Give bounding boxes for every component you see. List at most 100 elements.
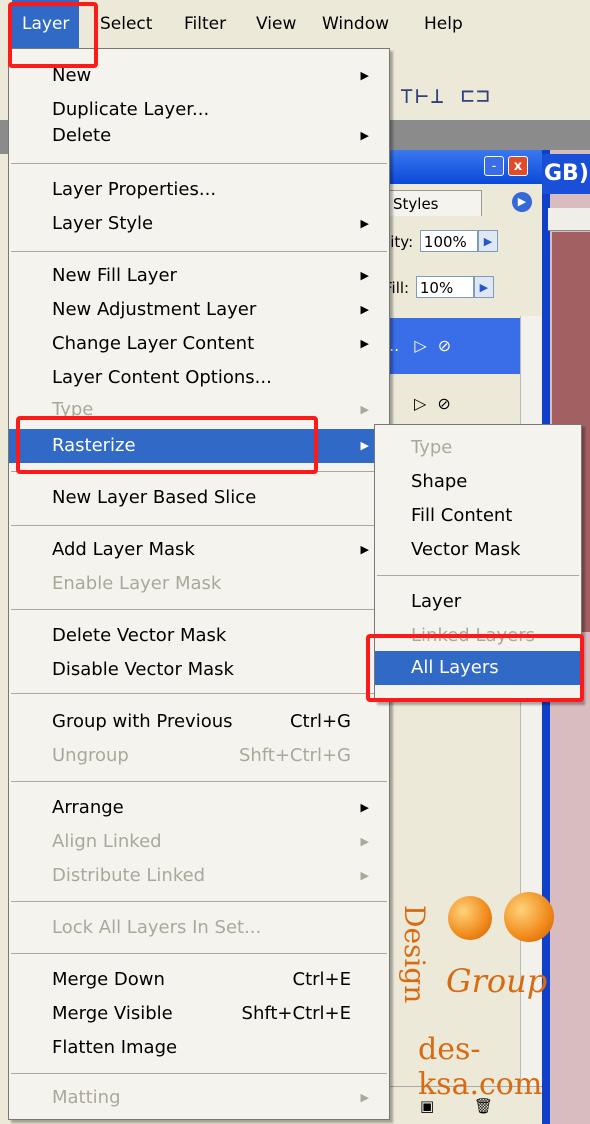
fill-arrow-icon[interactable]: ▶ [473, 276, 494, 298]
submenu-item-all-layers[interactable]: All Layers [375, 651, 581, 685]
menu-layer[interactable]: Layer [12, 0, 80, 48]
expand-triangle-icon[interactable]: ▷ [414, 336, 426, 355]
menu-item-delete[interactable]: Delete ▶ [9, 119, 389, 153]
submenu-arrow-icon: ▶ [360, 69, 369, 82]
menu-item-distribute-linked: Distribute Linked ▶ [9, 859, 389, 893]
menu-item-label: Arrange [52, 797, 124, 818]
layer-row-selected[interactable]: ... ▷ ⊘ [380, 318, 520, 374]
submenu-item-fill-content[interactable]: Fill Content [375, 499, 581, 533]
menu-item-flatten-image[interactable]: Flatten Image [9, 1031, 389, 1065]
menu-item-label: Merge Visible [52, 1003, 173, 1024]
menu-item-rasterize[interactable]: Rasterize ▶ [9, 429, 389, 463]
menu-separator [377, 575, 579, 576]
submenu-arrow-icon: ▶ [360, 543, 369, 556]
menu-item-label: Linked Layers [411, 625, 536, 646]
menu-separator [11, 609, 387, 610]
fx-icon: ⊘ [437, 394, 451, 413]
menu-item-add-layer-mask[interactable]: Add Layer Mask ▶ [9, 533, 389, 567]
menu-item-label: Delete [52, 125, 112, 146]
submenu-arrow-icon: ▶ [360, 217, 369, 230]
opacity-arrow-icon[interactable]: ▶ [477, 230, 498, 252]
menu-item-merge-down[interactable]: Merge Down Ctrl+E [9, 963, 389, 997]
palette-titlebar: - x [380, 150, 542, 184]
menu-item-change-layer-content[interactable]: Change Layer Content ▶ [9, 327, 389, 361]
tab-styles[interactable]: Styles [386, 190, 482, 216]
menu-separator [11, 693, 387, 694]
menu-separator [11, 251, 387, 252]
trash-icon[interactable]: 🗑 [474, 1097, 493, 1115]
align-icons[interactable]: ⊤⊢⊥ ⊏⊐ [400, 84, 491, 109]
menu-item-label: Type [52, 399, 94, 420]
menu-item-label: Type [411, 437, 453, 458]
menu-item-label: Group with Previous [52, 711, 233, 732]
submenu-arrow-icon: ▶ [360, 801, 369, 814]
fill-field[interactable]: 10% [415, 276, 474, 298]
menu-item-layer-content-options[interactable]: Layer Content Options... [9, 361, 389, 395]
submenu-arrow-icon: ▶ [360, 835, 369, 848]
submenu-arrow-icon: ▶ [360, 403, 369, 416]
palette-footer: ▣ 🗑 [380, 1086, 542, 1124]
menu-separator [11, 471, 387, 472]
opacity-field[interactable]: 100% [419, 230, 478, 252]
menu-item-new-fill-layer[interactable]: New Fill Layer ▶ [9, 259, 389, 293]
submenu-item-shape[interactable]: Shape [375, 465, 581, 499]
menu-item-label: Merge Down [52, 969, 165, 990]
menu-item-label: Layer Properties... [52, 179, 217, 200]
menu-item-layer-style[interactable]: Layer Style ▶ [9, 207, 389, 241]
menu-item-label: Enable Layer Mask [52, 573, 222, 594]
minimize-icon[interactable]: - [484, 156, 504, 176]
submenu-arrow-icon: ▶ [360, 337, 369, 350]
menu-window[interactable]: Window [322, 0, 389, 48]
menu-item-label: New Adjustment Layer [52, 299, 257, 320]
menu-item-label: Rasterize [52, 435, 136, 456]
submenu-item-layer[interactable]: Layer [375, 585, 581, 619]
menu-item-new-layer-based-slice[interactable]: New Layer Based Slice [9, 481, 389, 515]
menu-item-label: Layer Style [52, 213, 154, 234]
submenu-item-type: Type [375, 431, 581, 465]
menu-item-label: Flatten Image [52, 1037, 178, 1058]
menu-select[interactable]: Select [100, 0, 152, 48]
shortcut-label: Ctrl+G [289, 711, 351, 732]
shortcut-label: Shft+Ctrl+E [241, 1003, 351, 1024]
close-icon[interactable]: x [508, 156, 528, 176]
palette-menu-icon[interactable]: ▶ [512, 192, 532, 212]
shortcut-label: Shft+Ctrl+G [238, 745, 351, 766]
menu-help[interactable]: Help [424, 0, 463, 48]
menu-separator [11, 901, 387, 902]
menu-item-arrange[interactable]: Arrange ▶ [9, 791, 389, 825]
watermark-ball-icon [448, 896, 492, 940]
menu-item-label: New Layer Based Slice [52, 487, 257, 508]
menu-item-label: Fill Content [411, 505, 513, 526]
menu-separator [11, 953, 387, 954]
new-layer-icon[interactable]: ▣ [420, 1097, 434, 1115]
expand-triangle-icon[interactable]: ▷ [414, 394, 426, 413]
menu-item-group-with-previous[interactable]: Group with Previous Ctrl+G [9, 705, 389, 739]
menu-item-disable-vector-mask[interactable]: Disable Vector Mask [9, 653, 389, 687]
menu-item-label: Delete Vector Mask [52, 625, 227, 646]
menu-separator [11, 163, 387, 164]
menu-item-type: Type ▶ [9, 393, 389, 427]
menu-item-enable-layer-mask: Enable Layer Mask [9, 567, 389, 601]
menu-item-label: New Fill Layer [52, 265, 177, 286]
submenu-arrow-icon: ▶ [360, 869, 369, 882]
layer-menu: New ▶ Duplicate Layer... Delete ▶ Layer Pr… [8, 48, 390, 1120]
menu-filter[interactable]: Filter [184, 0, 226, 48]
menu-item-label: Vector Mask [411, 539, 521, 560]
rasterize-submenu: Type Shape Fill Content Vector Mask Laye… [374, 424, 582, 702]
menu-item-new[interactable]: New ▶ [9, 59, 389, 93]
menu-item-delete-vector-mask[interactable]: Delete Vector Mask [9, 619, 389, 653]
menu-item-layer-properties[interactable]: Layer Properties... [9, 173, 389, 207]
menu-item-new-adjustment-layer[interactable]: New Adjustment Layer ▶ [9, 293, 389, 327]
menu-item-label: Layer [411, 591, 462, 612]
menu-item-merge-visible[interactable]: Merge Visible Shft+Ctrl+E [9, 997, 389, 1031]
menu-item-label: Change Layer Content [52, 333, 255, 354]
submenu-arrow-icon: ▶ [360, 1091, 369, 1104]
menu-item-label: Align Linked [52, 831, 162, 852]
menu-bar: Layer Select Filter View Window Help [0, 0, 590, 48]
watermark-ball-icon [504, 892, 554, 942]
menu-view[interactable]: View [256, 0, 296, 48]
submenu-item-vector-mask[interactable]: Vector Mask [375, 533, 581, 567]
submenu-item-linked-layers: Linked Layers [375, 619, 581, 653]
menu-item-label: Disable Vector Mask [52, 659, 234, 680]
ruler [548, 208, 590, 231]
